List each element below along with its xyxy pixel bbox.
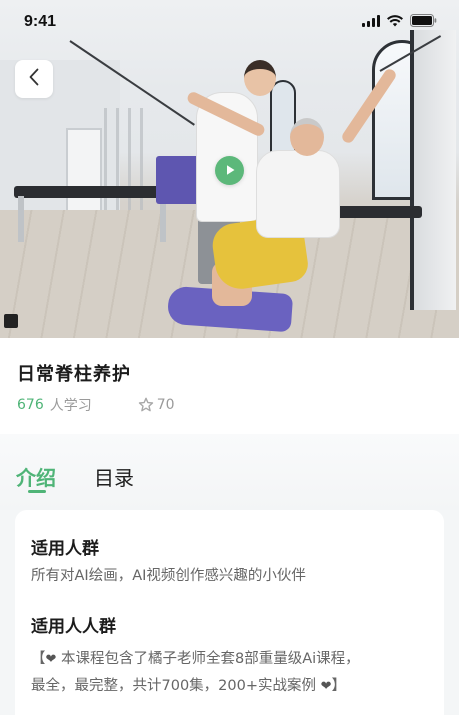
description-line-1: 【❤ 本课程包含了橘子老师全套8部重量级Ai课程， <box>31 646 436 673</box>
cellular-signal-icon <box>362 14 380 27</box>
chevron-left-icon <box>28 68 40 90</box>
play-icon <box>224 161 236 180</box>
hero-door <box>66 128 102 214</box>
tab-active-indicator <box>28 490 46 493</box>
intro-card: 适用人群 所有对AI绘画，AI视频创作感兴趣的小伙伴 适用人人群 【❤ 本课程包… <box>15 510 444 715</box>
bracket-close: 】 <box>331 678 347 694</box>
hero-exercise-machine <box>410 30 456 310</box>
section-heading-audience-2: 适用人人群 <box>31 617 116 637</box>
battery-icon <box>410 14 437 27</box>
heart-icon: ❤ <box>45 652 57 667</box>
description-line-2: 最全，最完整，共计700集，200+实战案例 ❤】 <box>31 673 436 700</box>
status-time: 9:41 <box>24 13 57 30</box>
rating-value: 70 <box>156 397 175 413</box>
tab-intro[interactable]: 介绍 <box>16 462 56 491</box>
section-text-audience: 所有对AI绘画，AI视频创作感兴趣的小伙伴 <box>31 568 306 584</box>
section-heading-audience: 适用人群 <box>31 539 99 559</box>
hero-bench-leg <box>18 196 24 242</box>
back-button[interactable] <box>15 60 53 98</box>
description-text-1: 本课程包含了橘子老师全套8部重量级Ai课程， <box>56 651 360 667</box>
play-button[interactable] <box>215 156 244 185</box>
wifi-icon <box>387 14 403 27</box>
hero-bench <box>14 186 172 198</box>
tab-bar: 介绍 目录 <box>0 434 459 510</box>
star-outline-icon <box>138 397 154 413</box>
hero-patient-head <box>290 118 324 156</box>
hero-bench <box>332 206 422 218</box>
course-meta: 676 人学习 70 <box>17 395 175 415</box>
learners-count: 676 <box>17 397 44 413</box>
course-title: 日常脊柱养护 <box>17 364 131 385</box>
course-rating[interactable]: 70 <box>138 397 175 413</box>
hero-patient <box>256 150 340 238</box>
hero-wall-bars <box>104 108 146 218</box>
section-text-course-description: 【❤ 本课程包含了橘子老师全套8部重量级Ai课程， 最全，最完整，共计700集，… <box>31 646 436 700</box>
hero-block <box>4 314 18 328</box>
hero-therapist-head <box>244 60 276 96</box>
tab-catalog[interactable]: 目录 <box>94 462 134 491</box>
status-icons <box>362 14 437 27</box>
status-bar: 9:41 <box>0 0 459 44</box>
course-info: 日常脊柱养护 676 人学习 70 <box>0 338 459 434</box>
learners-label: 人学习 <box>49 398 92 414</box>
description-text-2: 最全，最完整，共计700集，200+实战案例 <box>31 678 321 694</box>
heart-icon: ❤ <box>320 679 332 694</box>
bracket-open: 【 <box>31 651 46 667</box>
